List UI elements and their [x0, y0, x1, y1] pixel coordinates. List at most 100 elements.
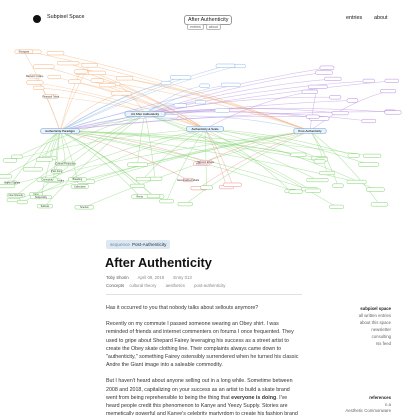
graph-node[interactable]	[362, 78, 375, 83]
graph-node[interactable]	[159, 199, 174, 204]
graph-node[interactable]	[47, 74, 61, 80]
graph-node[interactable]	[73, 69, 88, 74]
graph-node[interactable]	[11, 154, 23, 159]
graph-node[interactable]	[306, 114, 320, 119]
sidebar-link[interactable]: all written entries	[359, 312, 391, 319]
graph-node[interactable]	[358, 162, 379, 167]
graph-node[interactable]	[90, 78, 105, 83]
graph-node[interactable]	[16, 199, 28, 205]
graph-node[interactable]	[68, 79, 82, 84]
graph-edge	[143, 128, 206, 180]
graph-node[interactable]	[346, 179, 367, 184]
nav-about-link[interactable]: about	[374, 15, 388, 21]
graph-node[interactable]	[301, 89, 318, 94]
sidebar-link[interactable]: consulting	[359, 333, 391, 340]
graph-node[interactable]	[110, 91, 132, 96]
graph-node[interactable]	[129, 183, 145, 188]
graph-node[interactable]	[313, 159, 326, 164]
graph-node[interactable]	[199, 83, 211, 88]
graph-node-label: Branding	[73, 178, 83, 181]
graph-node[interactable]	[290, 152, 307, 157]
concept-link[interactable]: aesthetics	[166, 283, 185, 288]
graph-node-label: Subjectivity	[35, 196, 48, 199]
graph-node[interactable]	[195, 100, 206, 105]
graph-node[interactable]	[361, 118, 377, 124]
graph-node[interactable]	[46, 51, 65, 56]
graph-node[interactable]	[56, 61, 80, 66]
graph-node-label: Shoegaze	[18, 50, 29, 53]
entry-number: Entry 013	[173, 275, 192, 280]
breadcrumb-item[interactable]: entries	[187, 24, 204, 30]
graph-node[interactable]	[81, 63, 98, 68]
graph-node[interactable]	[363, 153, 382, 158]
nav-entries-link[interactable]: entries	[346, 15, 362, 21]
graph-node-label: Post-Irony	[51, 170, 63, 173]
article-meta: Toby Shorin April 09, 2019 Entry 013	[106, 275, 200, 280]
graph-node[interactable]	[99, 83, 116, 88]
graph-node[interactable]	[384, 78, 400, 83]
graph-node[interactable]	[288, 189, 303, 194]
concept-graph[interactable]: Financial Tribes Memetic Culture Shoegaze C…	[0, 34, 415, 234]
graph-node[interactable]	[127, 162, 148, 167]
graph-node[interactable]	[324, 76, 342, 81]
graph-node[interactable]	[87, 70, 106, 75]
graph-node[interactable]	[214, 108, 230, 113]
article-body: Has it occurred to you that nobody talks…	[106, 304, 302, 415]
graph-node[interactable]	[223, 182, 242, 187]
graph-node[interactable]	[169, 75, 192, 80]
graph-node[interactable]	[331, 111, 349, 116]
graph-node[interactable]	[366, 187, 385, 192]
publish-date: April 09, 2019	[137, 275, 165, 280]
graph-node[interactable]	[319, 170, 336, 176]
graph-node[interactable]	[347, 153, 360, 158]
graph-node[interactable]	[200, 185, 213, 190]
graph-node-label: Decentralized Media	[177, 179, 199, 182]
site-logo-icon[interactable]	[33, 15, 41, 23]
graph-node[interactable]	[36, 157, 53, 162]
graph-node[interactable]	[380, 89, 397, 94]
graph-edge	[59, 80, 392, 132]
graph-node[interactable]	[22, 167, 43, 172]
sequence-tag-label: Post-Authenticity	[131, 242, 167, 247]
graph-node[interactable]	[2, 158, 18, 163]
graph-node[interactable]	[32, 64, 55, 69]
graph-node[interactable]	[135, 177, 151, 182]
graph-node-label: Scenius	[80, 206, 89, 209]
sidebar-link[interactable]: rss feed	[359, 340, 391, 347]
graph-node[interactable]	[220, 82, 241, 87]
graph-hub-label: Authenticity & Scale	[191, 127, 218, 131]
author[interactable]: Toby Shorin	[106, 275, 129, 280]
graph-node[interactable]	[115, 76, 134, 81]
graph-node[interactable]	[177, 202, 193, 207]
graph-node[interactable]	[329, 204, 344, 209]
graph-edge	[23, 51, 61, 132]
graph-node[interactable]	[173, 103, 187, 108]
graph-node[interactable]	[0, 174, 12, 179]
breadcrumb-item[interactable]: about	[205, 24, 221, 30]
graph-hub-label: Post-Authenticity	[298, 129, 322, 133]
concept-link[interactable]: cultural theory	[129, 283, 156, 288]
site-name-link[interactable]: Subpixel Space	[47, 14, 84, 20]
graph-node[interactable]	[315, 70, 333, 75]
graph-node-label: Network Effects	[197, 161, 215, 164]
graph-node[interactable]	[26, 80, 44, 85]
graph-node[interactable]	[306, 177, 329, 183]
graph-node[interactable]	[329, 95, 342, 100]
graph-node[interactable]	[307, 84, 328, 89]
graph-node[interactable]	[332, 183, 344, 188]
sidebar-link[interactable]: newsletter	[359, 326, 391, 333]
concepts-label: Concepts	[106, 283, 125, 288]
graph-node[interactable]	[319, 65, 335, 70]
concept-link[interactable]: post-authenticity	[194, 283, 225, 288]
sequence-tag[interactable]: sequence Post-Authenticity	[106, 240, 171, 249]
graph-node[interactable]	[215, 63, 236, 68]
graph-node[interactable]	[32, 85, 45, 90]
graph-node[interactable]	[304, 188, 322, 193]
graph-node[interactable]	[160, 80, 172, 86]
graph-node[interactable]	[146, 194, 161, 199]
sidebar-link[interactable]: about this space	[359, 319, 391, 326]
graph-node[interactable]	[384, 110, 402, 115]
graph-node[interactable]	[370, 202, 389, 207]
reference-link[interactable]: Aesthetic Commonware	[345, 408, 391, 415]
graph-node[interactable]	[346, 98, 359, 103]
